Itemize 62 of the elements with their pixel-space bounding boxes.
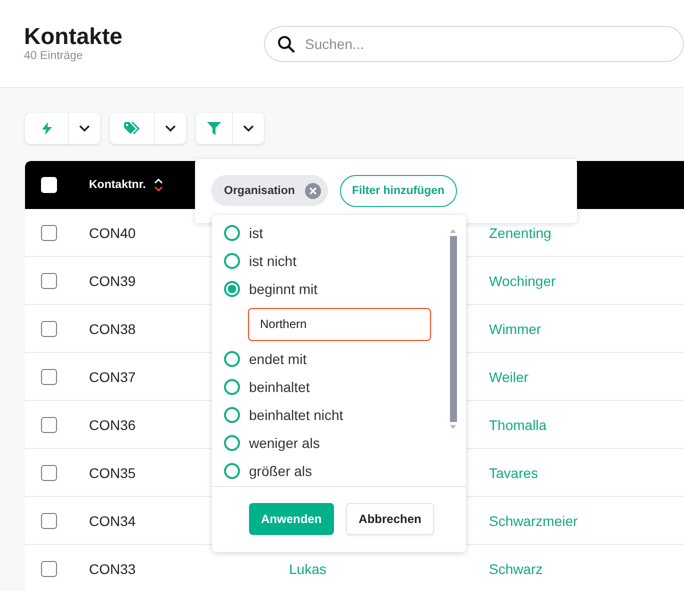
radio-button[interactable] [224,253,240,269]
option-label: beginnt mit [249,281,318,297]
option-label: ist [249,225,263,241]
entry-count: 40 Einträge [24,50,84,62]
table-cell: CON40 [89,224,136,240]
row-checkbox[interactable] [41,224,57,240]
chevron-down-icon [243,125,254,132]
option-label: beinhaltet nicht [249,407,344,423]
search-field[interactable]: Suchen... [264,26,684,62]
condition-option[interactable]: weniger als [212,429,466,457]
radio-button[interactable] [224,407,240,423]
radio-button[interactable] [224,225,240,241]
radio-button[interactable] [224,351,240,367]
radio-button[interactable] [224,463,240,479]
table-cell: CON39 [89,272,136,288]
filter-icon [207,122,221,135]
split-button[interactable] [110,113,186,144]
option-label: beinhaltet [249,379,310,395]
condition-option[interactable]: beinhaltet nicht [212,401,466,429]
chip-label: Organisation [224,184,295,196]
condition-option[interactable]: endet mit [212,345,466,373]
condition-option[interactable]: beinhaltet [212,373,466,401]
option-label: weniger als [249,435,320,451]
close-icon[interactable] [304,182,321,198]
column-header[interactable]: Kontaktnr. [89,179,146,191]
option-label: endet mit [249,351,307,367]
row-checkbox[interactable] [41,464,57,480]
row-checkbox[interactable] [41,272,57,288]
option-label: größer als [249,463,312,479]
table-cell: CON38 [89,320,136,336]
select-all-checkbox[interactable] [41,177,57,193]
row-checkbox[interactable] [41,368,57,384]
row-checkbox[interactable] [41,512,57,528]
row-checkbox[interactable] [41,560,57,576]
chevron-down-icon [165,125,176,132]
radio-button[interactable] [224,435,240,451]
split-button[interactable] [196,113,264,144]
lightning-icon [42,122,52,135]
page-title: Kontakte [24,23,124,49]
table-cell: CON37 [89,368,136,384]
radio-button[interactable] [224,379,240,395]
table-cell: CON35 [89,464,136,480]
tags-icon [124,122,140,135]
row-checkbox[interactable] [41,416,57,432]
condition-option[interactable]: beginnt mit [212,275,466,303]
split-button[interactable] [25,113,100,144]
table-cell: CON33 [89,560,136,576]
table-cell: CON36 [89,416,136,432]
table-cell: CON34 [89,512,136,528]
sort-icon[interactable] [154,178,163,192]
cancel-button[interactable]: Abbrechen [346,503,434,535]
chevron-down-icon [79,125,90,132]
condition-option[interactable]: ist nicht [212,247,466,275]
row-checkbox[interactable] [41,320,57,336]
option-label: ist nicht [249,253,296,269]
filter-chip[interactable]: Organisation [211,175,328,206]
condition-option[interactable]: größer als [212,457,466,485]
radio-button[interactable] [224,281,240,297]
scroll-down-icon[interactable] [450,425,456,429]
condition-option[interactable]: ist [212,219,466,247]
value-input[interactable]: Northern [248,308,431,340]
scroll-up-icon[interactable] [450,229,456,233]
